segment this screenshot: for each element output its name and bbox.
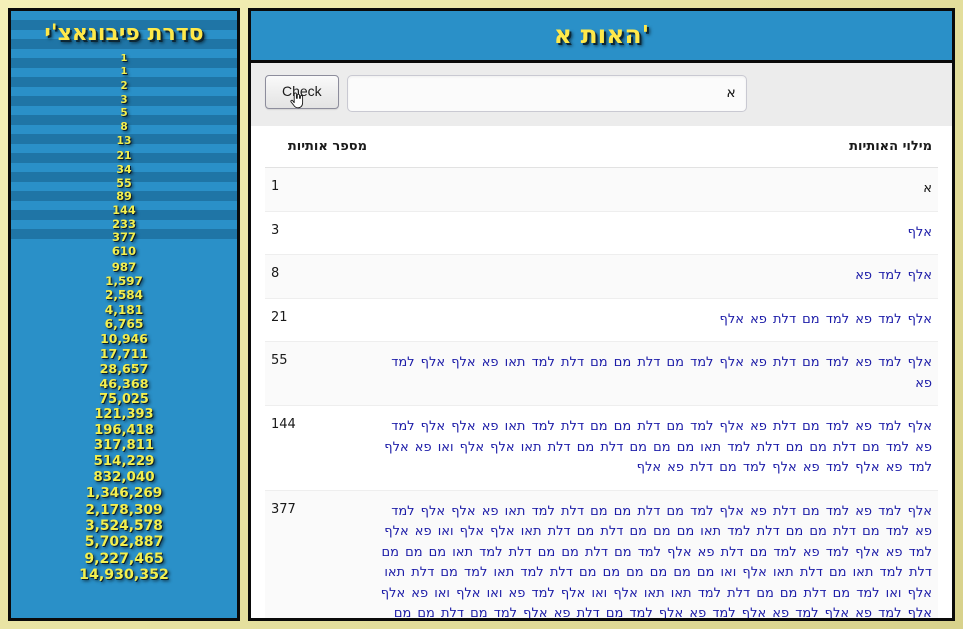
fibonacci-item: 55 [116, 176, 132, 190]
fibonacci-list: 1 1 2 3 5 8 13 21 34 55 89 144 233 377 610 987 1,597 2,58… [11, 53, 237, 591]
fibonacci-item: 144 [112, 202, 136, 217]
table-row: 21 אלף למד פא למד מם דלת פא אלף [265, 298, 938, 343]
fibonacci-item: 89 [116, 190, 132, 204]
fibonacci-item: 17,711 [99, 345, 149, 361]
table-row: 8 אלף למד פא [265, 254, 938, 299]
fibonacci-item: 46,368 [99, 376, 149, 392]
content-header: האות א' [251, 11, 952, 63]
cell-letter-words: אלף למד פא למד מם דלת פא אלף למד מם דלת … [373, 405, 938, 491]
fibonacci-item: 1,597 [105, 273, 143, 288]
fibonacci-item: 987 [111, 259, 137, 274]
fibonacci-item: 5,702,887 [84, 534, 164, 551]
cell-letter-count: 1 [265, 167, 373, 212]
table-head: מספר אותיות מילוי האותיות [265, 126, 938, 168]
cell-letter-count: 144 [265, 405, 373, 491]
fibonacci-item: 14,930,352 [79, 567, 169, 584]
cell-letter-words: אלף למד פא [373, 254, 938, 299]
fibonacci-item: 5 [120, 107, 128, 120]
cell-letter-words: אלף למד פא למד מם דלת פא אלף למד מם דלת … [373, 490, 938, 618]
fibonacci-item: 121,393 [94, 407, 154, 423]
cell-letter-count: 21 [265, 298, 373, 343]
page-title: האות א' [553, 20, 650, 49]
fibonacci-item: 196,418 [94, 422, 154, 438]
fibonacci-item: 28,657 [99, 360, 149, 376]
cell-letter-words: א [373, 167, 938, 212]
fibonacci-item: 1 [120, 53, 128, 64]
fibonacci-item: 4,181 [104, 302, 144, 317]
fibonacci-item: 10,946 [100, 330, 148, 346]
fibonacci-item: 21 [116, 149, 132, 163]
fibonacci-item: 34 [116, 163, 132, 177]
column-header-count: מספר אותיות [265, 126, 373, 168]
fibonacci-item: 8 [120, 121, 128, 134]
app-inner-layout: סדרת פיבונאצ'י 1 1 2 3 5 8 13 21 34 55 89 144 233 377… [8, 8, 955, 621]
column-header-words: מילוי האותיות [373, 126, 938, 168]
fibonacci-item: 2,584 [104, 288, 144, 303]
table-row: 1א [265, 167, 938, 212]
cell-letter-count: 3 [265, 211, 373, 256]
fibonacci-item: 514,229 [93, 453, 155, 469]
fibonacci-item: 1,346,269 [85, 484, 163, 501]
table-row: 3 אלף [265, 211, 938, 256]
fibonacci-item: 1 [120, 66, 128, 78]
app-frame: סדרת פיבונאצ'י 1 1 2 3 5 8 13 21 34 55 89 144 233 377… [0, 0, 963, 629]
cell-letter-words: אלף [373, 211, 938, 256]
fibonacci-item: 610 [111, 244, 137, 259]
fibonacci-item: 317,811 [93, 438, 155, 454]
letters-table-container: מספר אותיות מילוי האותיות 1 א 3 אלף 8 אלף למד… [251, 126, 952, 618]
fibonacci-item: 233 [112, 216, 136, 231]
fibonacci-item: 832,040 [93, 468, 155, 485]
check-button[interactable]: Check [265, 75, 339, 110]
cell-letter-count: 8 [265, 254, 373, 299]
fibonacci-item: 9,227,465 [84, 550, 164, 567]
content-panel: האות א' Check מספר אותיות מילוי האותיות [248, 8, 955, 621]
letters-table: מספר אותיות מילוי האותיות 1 א 3 אלף 8 אלף למד… [265, 126, 938, 618]
letter-input[interactable] [346, 75, 747, 112]
fibonacci-item: 6,765 [104, 317, 144, 332]
fibonacci-sidebar: סדרת פיבונאצ'י 1 1 2 3 5 8 13 21 34 55 89 144 233 377… [8, 8, 240, 621]
fibonacci-item: 3 [120, 93, 128, 106]
table-header-row: מספר אותיות מילוי האותיות [265, 126, 938, 168]
cell-letter-words: אלף למד פא למד מם דלת פא אלף למד מם דלת … [373, 341, 938, 407]
table-row: 144 אלף למד פא למד מם דלת פא אלף למד מם ד… [265, 405, 938, 491]
fibonacci-item: 3,524,578 [85, 517, 163, 534]
table-row: 377 אלף למד פא למד מם דלת פא אלף למד מם ד… [265, 490, 938, 618]
fibonacci-item: 13 [116, 134, 132, 148]
fibonacci-item: 377 [111, 230, 137, 245]
fibonacci-item: 2,178,309 [85, 501, 163, 518]
fibonacci-item: 2 [120, 79, 128, 92]
cell-letter-count: 377 [265, 490, 373, 618]
sidebar-title: סדרת פיבונאצ'י [44, 21, 204, 46]
cell-letter-words: אלף למד פא למד מם דלת פא אלף [373, 298, 938, 343]
fibonacci-item: 75,025 [99, 391, 149, 407]
table-row: 55 אלף למד פא למד מם דלת פא אלף למד מם דל… [265, 341, 938, 407]
cell-letter-count: 55 [265, 341, 373, 407]
toolbar: Check [251, 63, 952, 126]
table-body: 1 א 3 אלף 8 אלף למד פא 21 אלף למד פא למד מם דלת… [265, 167, 938, 618]
